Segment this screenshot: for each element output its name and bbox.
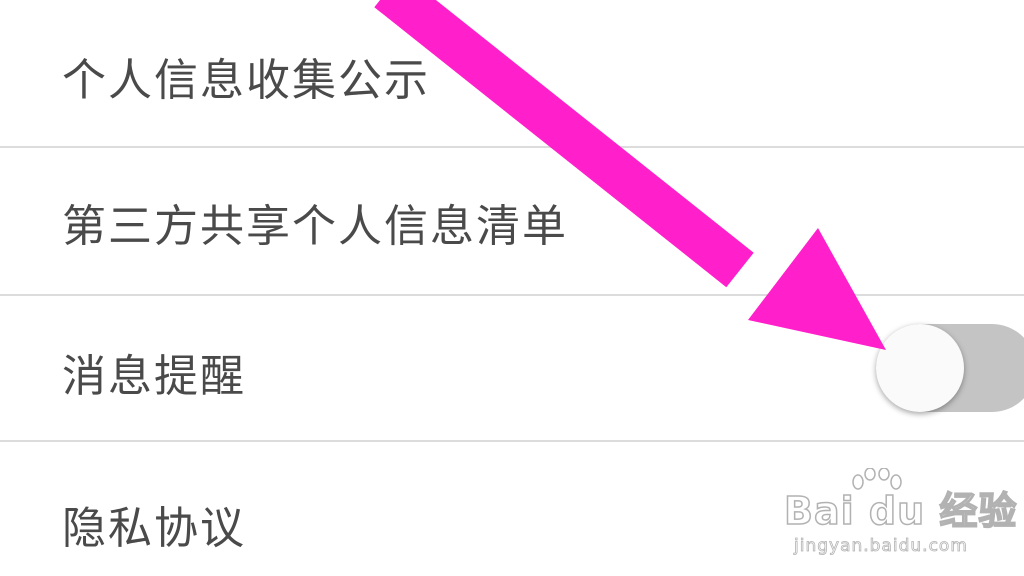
toggle-knob[interactable] bbox=[876, 324, 964, 412]
settings-item-message-reminder: 消息提醒 bbox=[0, 296, 1024, 440]
paw-icon bbox=[852, 468, 902, 490]
settings-item-label: 隐私协议 bbox=[62, 503, 246, 554]
watermark-url: jingyan.baidu.com bbox=[794, 536, 968, 557]
settings-item-personal-info-collection[interactable]: 个人信息收集公示 bbox=[0, 0, 1024, 146]
message-reminder-toggle[interactable] bbox=[876, 324, 1024, 412]
settings-item-third-party-sharing-list[interactable]: 第三方共享个人信息清单 bbox=[0, 148, 1024, 294]
settings-item-label: 第三方共享个人信息清单 bbox=[62, 201, 568, 252]
baidu-jingyan-watermark: Bai du 经验 jingyan.baidu.com bbox=[783, 468, 1017, 568]
settings-item-label: 消息提醒 bbox=[62, 351, 246, 402]
settings-item-label: 个人信息收集公示 bbox=[62, 55, 430, 106]
